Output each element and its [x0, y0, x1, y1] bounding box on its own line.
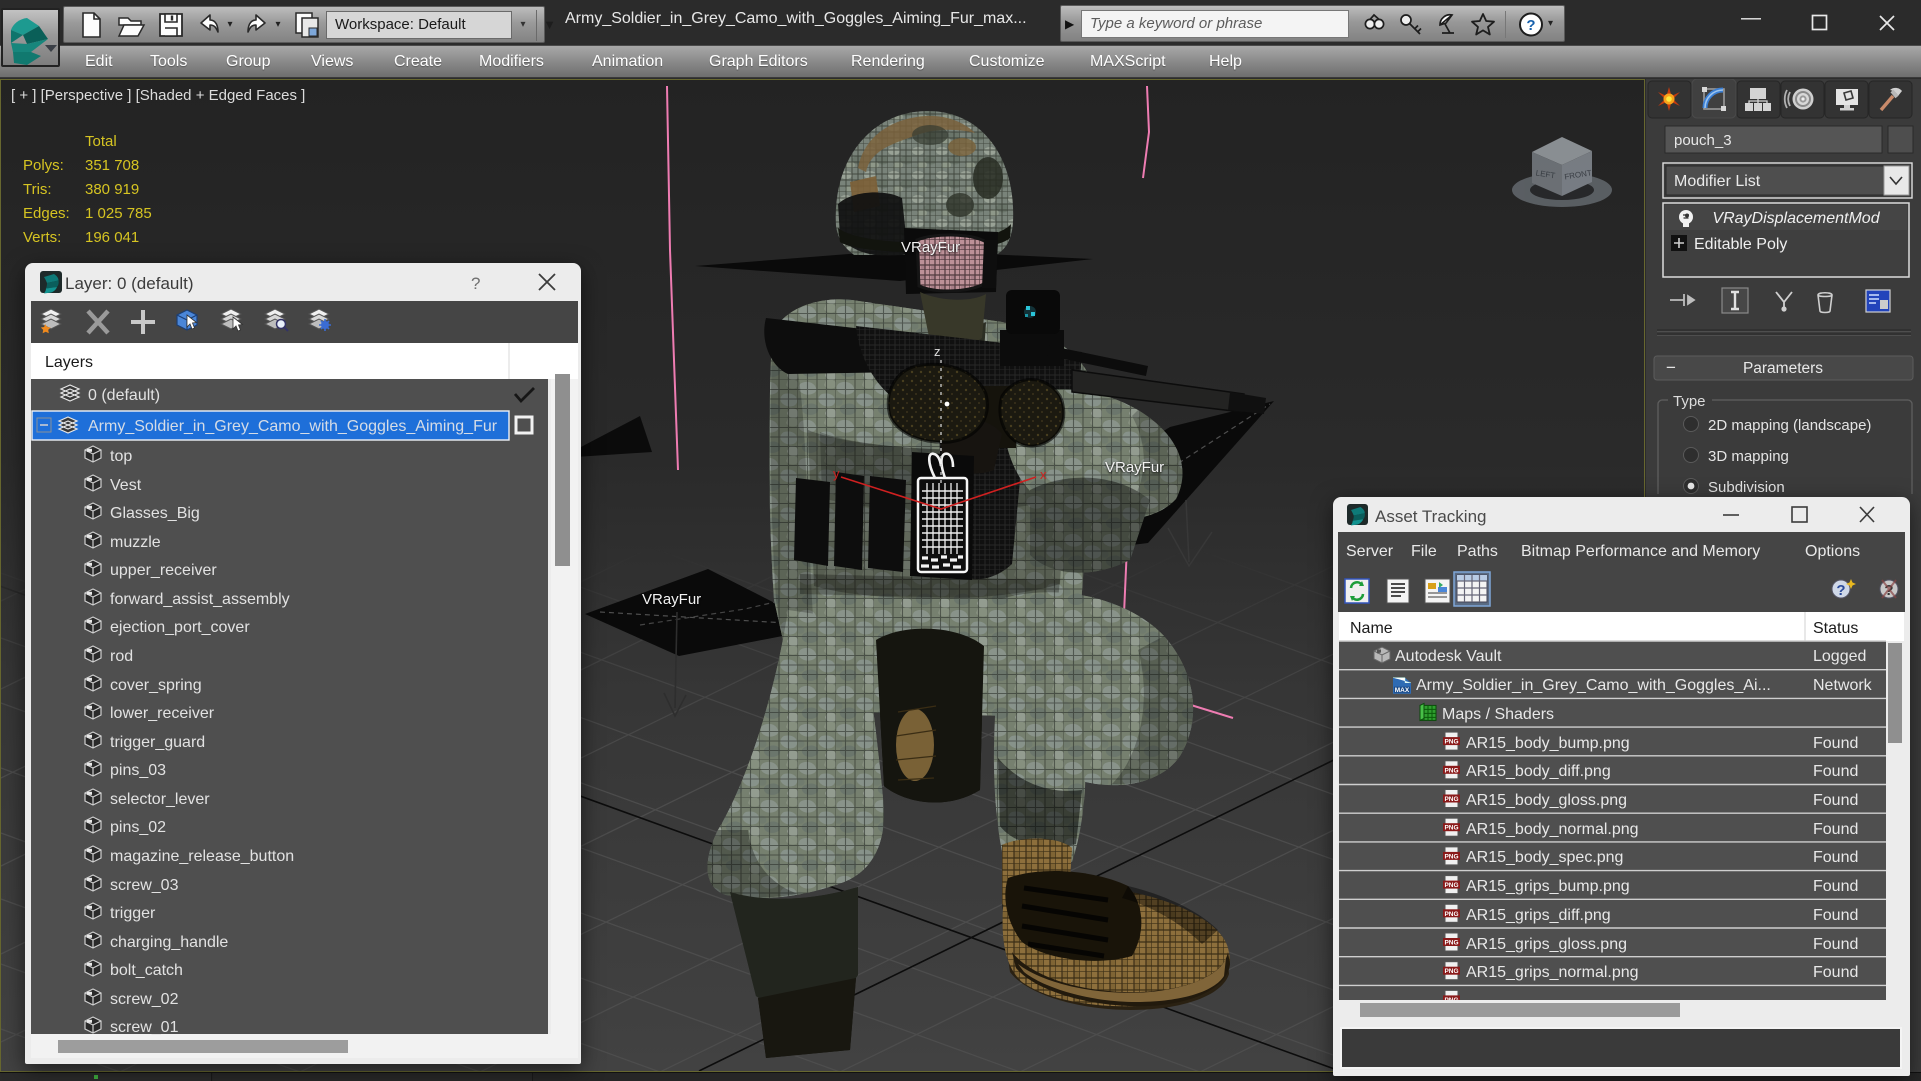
svg-text:x: x — [1040, 467, 1047, 482]
svg-text:top: top — [110, 448, 132, 465]
svg-text:Parameters: Parameters — [1743, 360, 1823, 377]
svg-text:Paths: Paths — [1457, 543, 1498, 560]
svg-text:AR15_body_spec.png: AR15_body_spec.png — [1466, 849, 1623, 866]
svg-text:Layers: Layers — [45, 354, 93, 371]
svg-text:pouch_3: pouch_3 — [1674, 132, 1732, 149]
svg-text:trigger_guard: trigger_guard — [110, 734, 205, 751]
svg-text:?: ? — [1526, 17, 1535, 34]
svg-text:Asset Tracking: Asset Tracking — [1375, 507, 1487, 526]
svg-text:Found: Found — [1813, 964, 1858, 981]
svg-text:y: y — [833, 466, 840, 481]
svg-text:Found: Found — [1813, 821, 1858, 838]
svg-text:selector_lever: selector_lever — [110, 791, 210, 808]
svg-text:lower_receiver: lower_receiver — [110, 705, 215, 722]
svg-text:VRayFur: VRayFur — [1105, 459, 1164, 476]
svg-text:Subdivision: Subdivision — [1708, 479, 1785, 496]
svg-text:Found: Found — [1813, 792, 1858, 809]
svg-text:Network: Network — [1813, 677, 1873, 694]
svg-text:VRayFur: VRayFur — [901, 239, 960, 256]
svg-text:PNG: PNG — [1444, 968, 1458, 975]
svg-text:?: ? — [471, 274, 480, 293]
svg-text:Name: Name — [1350, 620, 1393, 637]
svg-text:?: ? — [1836, 582, 1845, 599]
svg-text:muzzle: muzzle — [110, 534, 161, 551]
svg-text:Vest: Vest — [110, 477, 142, 494]
svg-text:AR15_grips_diff.png: AR15_grips_diff.png — [1466, 907, 1611, 924]
svg-text:AR15_grips_gloss.png: AR15_grips_gloss.png — [1466, 936, 1627, 953]
svg-text:magazine_release_button: magazine_release_button — [110, 848, 294, 865]
svg-text:PNG: PNG — [1444, 940, 1458, 947]
svg-text:Found: Found — [1813, 907, 1858, 924]
svg-text:Modifier List: Modifier List — [1674, 173, 1761, 190]
svg-text:Server: Server — [1346, 543, 1394, 560]
svg-text:VRayFur: VRayFur — [642, 591, 701, 608]
svg-text:pins_03: pins_03 — [110, 762, 166, 779]
svg-text:AR15_body_bump.png: AR15_body_bump.png — [1466, 735, 1630, 752]
svg-text:0 (default): 0 (default) — [88, 387, 160, 404]
svg-text:screw_01: screw_01 — [110, 1019, 179, 1036]
svg-text:Options: Options — [1805, 543, 1860, 560]
svg-text:cover_spring: cover_spring — [110, 677, 202, 694]
svg-text:Maps / Shaders: Maps / Shaders — [1442, 706, 1554, 723]
svg-text:Editable Poly: Editable Poly — [1694, 236, 1787, 253]
svg-text:MAX: MAX — [1395, 687, 1410, 694]
svg-text:Found: Found — [1813, 936, 1858, 953]
svg-text:3D mapping: 3D mapping — [1708, 448, 1789, 465]
svg-text:Glasses_Big: Glasses_Big — [110, 505, 200, 522]
svg-text:Logged: Logged — [1813, 648, 1866, 665]
svg-text:Found: Found — [1813, 878, 1858, 895]
svg-text:Army_Soldier_in_Grey_Camo_with: Army_Soldier_in_Grey_Camo_with_Goggles_A… — [88, 418, 498, 435]
svg-text:bolt_catch: bolt_catch — [110, 962, 183, 979]
svg-text:AR15_body_gloss.png: AR15_body_gloss.png — [1466, 792, 1627, 809]
svg-text:PNG: PNG — [1444, 911, 1458, 918]
svg-text:trigger: trigger — [110, 905, 156, 922]
svg-text:File: File — [1411, 543, 1437, 560]
svg-text:PNG: PNG — [1444, 825, 1458, 832]
svg-text:ejection_port_cover: ejection_port_cover — [110, 619, 250, 636]
svg-text:Found: Found — [1813, 849, 1858, 866]
svg-text:forward_assist_assembly: forward_assist_assembly — [110, 591, 290, 608]
svg-text:Type: Type — [1673, 393, 1706, 410]
svg-text:Status: Status — [1813, 620, 1858, 637]
svg-text:AR15_grips_bump.png: AR15_grips_bump.png — [1466, 878, 1630, 895]
svg-text:upper_receiver: upper_receiver — [110, 562, 217, 579]
svg-text:AR15_body_normal.png: AR15_body_normal.png — [1466, 821, 1639, 838]
svg-text:AR15_body_diff.png: AR15_body_diff.png — [1466, 763, 1611, 780]
svg-text:Autodesk Vault: Autodesk Vault — [1395, 648, 1502, 665]
svg-text:Layer: 0 (default): Layer: 0 (default) — [65, 274, 194, 293]
svg-text:PNG: PNG — [1444, 767, 1458, 774]
svg-text:2D mapping (landscape): 2D mapping (landscape) — [1708, 417, 1871, 434]
svg-text:pins_02: pins_02 — [110, 819, 166, 836]
svg-text:z: z — [934, 344, 941, 359]
svg-text:AR15_grips_normal.png: AR15_grips_normal.png — [1466, 964, 1639, 981]
svg-text:charging_handle: charging_handle — [110, 934, 228, 951]
svg-text:rod: rod — [110, 648, 133, 665]
svg-text:PNG: PNG — [1444, 739, 1458, 746]
svg-text:VRayDisplacementMod: VRayDisplacementMod — [1712, 210, 1880, 227]
svg-text:PNG: PNG — [1444, 882, 1458, 889]
svg-text:PNG: PNG — [1444, 796, 1458, 803]
svg-text:PNG: PNG — [1444, 853, 1458, 860]
svg-text:screw_02: screw_02 — [110, 991, 179, 1008]
svg-text:Found: Found — [1813, 763, 1858, 780]
svg-text:Found: Found — [1813, 735, 1858, 752]
svg-text:−: − — [1666, 358, 1676, 377]
svg-text:screw_03: screw_03 — [110, 877, 179, 894]
svg-text:Bitmap Performance and Memory: Bitmap Performance and Memory — [1521, 543, 1760, 560]
svg-text:Army_Soldier_in_Grey_Camo_with: Army_Soldier_in_Grey_Camo_with_Goggles_A… — [1416, 677, 1771, 694]
